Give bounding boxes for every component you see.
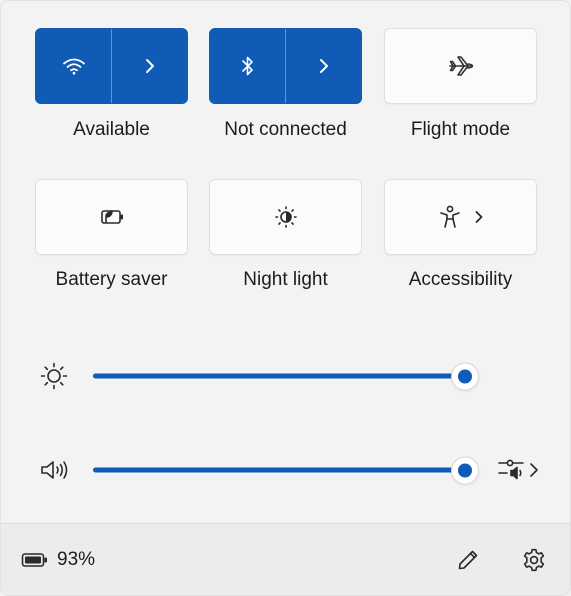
audio-output-select-icon[interactable] [497, 456, 543, 484]
bluetooth-label: Not connected [224, 119, 347, 140]
volume-slider-thumb-dot [458, 463, 472, 477]
volume-slider-thumb[interactable] [451, 456, 479, 484]
wifi-expand-button[interactable] [112, 29, 187, 103]
bluetooth-expand-button[interactable] [286, 29, 361, 103]
accessibility-label: Accessibility [408, 269, 513, 290]
edit-pencil-icon [456, 548, 480, 572]
battery-percent: 93% [57, 548, 96, 570]
bluetooth-toggle-button[interactable] [210, 29, 286, 103]
chevron-right-icon [144, 57, 156, 75]
night-light-tile[interactable] [209, 179, 362, 255]
wifi-toggle-button[interactable] [36, 29, 112, 103]
battery-icon [21, 552, 49, 568]
brightness-slider[interactable] [93, 362, 479, 390]
brightness-icon [39, 361, 69, 391]
accessibility-icon [438, 204, 462, 230]
volume-slider-row [1, 450, 570, 490]
bluetooth-icon [241, 55, 255, 77]
flight-mode-label: Flight mode [410, 119, 511, 140]
brightness-slider-thumb[interactable] [451, 362, 479, 390]
volume-slider-fill [93, 467, 465, 473]
quick-settings-footer: 93% [1, 523, 570, 595]
settings-gear-icon [521, 547, 547, 573]
accessibility-tile[interactable] [384, 179, 537, 255]
wifi-tile[interactable] [35, 28, 188, 104]
wifi-icon [62, 57, 86, 75]
battery-saver-tile[interactable] [35, 179, 188, 255]
brightness-slider-fill [93, 373, 465, 379]
quick-settings-panel: Available Not connected Flight mode Batt… [0, 0, 571, 596]
volume-icon[interactable] [39, 458, 71, 482]
flight-mode-tile[interactable] [384, 28, 537, 104]
wifi-label: Available [73, 119, 150, 140]
battery-status[interactable]: 93% [21, 549, 95, 571]
night-light-label: Night light [243, 269, 328, 290]
chevron-right-icon [318, 57, 330, 75]
night-light-icon [274, 205, 298, 229]
brightness-slider-row [1, 356, 570, 396]
brightness-slider-thumb-dot [458, 369, 472, 383]
edit-quick-settings-button[interactable] [451, 543, 485, 577]
volume-slider[interactable] [93, 456, 479, 484]
airplane-icon [447, 53, 475, 79]
battery-saver-icon [98, 206, 126, 228]
all-settings-button[interactable] [517, 543, 551, 577]
battery-saver-label: Battery saver [55, 269, 168, 290]
chevron-right-icon [474, 209, 484, 225]
bluetooth-tile[interactable] [209, 28, 362, 104]
